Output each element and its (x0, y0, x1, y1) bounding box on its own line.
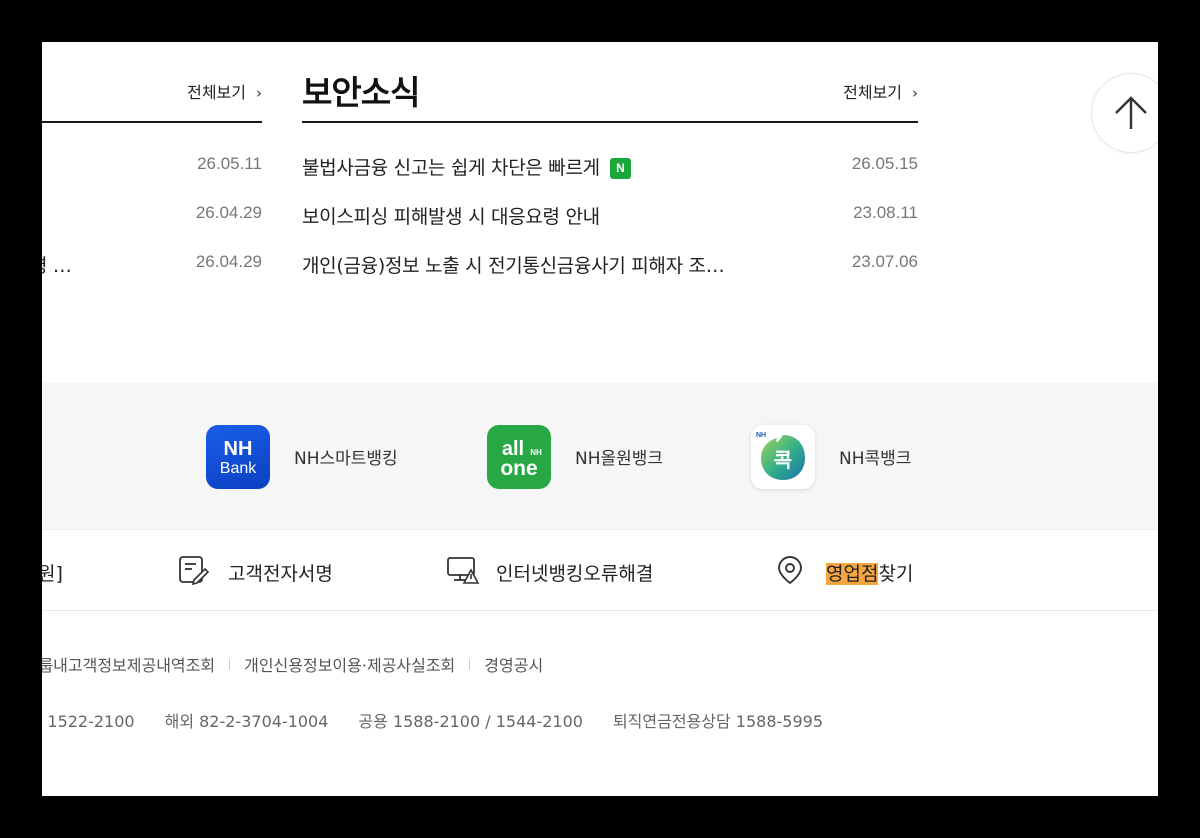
monitor-warning-icon (447, 557, 480, 584)
screen: 전체보기› 26.05.11 26.04.29 령 … 26.04.29 (0, 0, 1200, 838)
footer-link[interactable]: 그룹내고객정보제공내역조회 (42, 656, 215, 675)
svg-text:콕: 콕 (774, 448, 792, 472)
chevron-right-icon: › (912, 84, 918, 102)
news-security-header: 보안소식 전체보기 › (302, 42, 918, 123)
section-title: 보안소식 (302, 73, 420, 112)
search-highlight: 영업점 (826, 563, 879, 585)
list-item[interactable]: 불법사금융 신고는 쉽게 차단은 빠르게 N 26.05.15 (302, 144, 918, 193)
news-title[interactable]: 령 … (42, 251, 72, 278)
news-column-security: 보안소식 전체보기 › 불법사금융 신고는 쉽게 차단은 빠르게 N 26.05.1… (302, 42, 918, 291)
phone-number: 1661-2100, 1522-2100 (42, 712, 135, 731)
news-date: 26.04.29 (195, 203, 262, 222)
list-item[interactable]: 령 … 26.04.29 (42, 242, 262, 291)
svg-text:Bank: Bank (220, 460, 257, 477)
chevron-right-icon: › (256, 84, 262, 102)
news-left-list: 26.05.11 26.04.29 령 … 26.04.29 (42, 144, 262, 291)
app-label: NH올원뱅크 (575, 449, 664, 469)
footer-phones: 1661-2100, 1522-2100 해외 82-2-3704-1004 공용 … (42, 708, 853, 732)
svg-text:NH: NH (756, 432, 766, 439)
quick-links-row: 원] 고객전자서명 인터넷뱅킹오류해결 영업점찾기 (42, 530, 1158, 611)
news-left-header: 전체보기 › (42, 42, 262, 123)
arrow-up-icon (1115, 96, 1147, 129)
footer-link[interactable]: 경영공시 (484, 656, 543, 675)
news-title[interactable]: 불법사금융 신고는 쉽게 차단은 빠르게 N (302, 153, 631, 180)
list-item[interactable]: 26.04.29 (42, 193, 262, 242)
news-security-list: 불법사금융 신고는 쉽게 차단은 빠르게 N 26.05.15 보이스피싱 피해발… (302, 144, 918, 291)
news-left-more-link[interactable]: 전체보기 › (187, 79, 262, 103)
footer-link[interactable]: 개인신용정보이용·제공사실조회 (244, 656, 455, 675)
divider (229, 659, 231, 670)
svg-text:one: one (500, 457, 537, 480)
news-column-left: 전체보기› 26.05.11 26.04.29 령 … 26.04.29 (42, 42, 262, 291)
news-security-more-link[interactable]: 전체보기 › (843, 79, 918, 103)
news-date: 26.05.11 (197, 154, 262, 173)
allone-app-icon: all NH one (487, 425, 551, 489)
phone-number: 퇴직연금전용상담 1588-5995 (612, 712, 823, 731)
svg-text:NH: NH (530, 448, 542, 457)
footer-links: 제그룹내고객정보제공내역조회개인신용정보이용·제공사실조회경영공시 (42, 652, 543, 676)
phone-number: 해외 82-2-3704-1004 (164, 712, 329, 731)
app-label: NH스마트뱅킹 (294, 449, 398, 469)
app-label: NH콕뱅크 (839, 449, 912, 469)
scroll-top-button[interactable] (1091, 73, 1158, 153)
kok-bank-app-icon: NH 콕 (751, 425, 815, 489)
app-band: NH Bank NH스마트뱅킹 all NH one NH올원뱅크 NH 콕 N… (42, 383, 1158, 530)
news-title[interactable]: 보이스피싱 피해발생 시 대응요령 안내 (302, 202, 600, 229)
news-date: 23.07.06 (851, 252, 918, 271)
news-date: 23.08.11 (853, 203, 918, 222)
list-item[interactable]: 26.05.11 (42, 144, 262, 193)
list-item[interactable]: 보이스피싱 피해발생 시 대응요령 안내 23.08.11 (302, 193, 918, 242)
browser-viewport: 전체보기› 26.05.11 26.04.29 령 … 26.04.29 (42, 42, 1158, 796)
divider (469, 659, 471, 670)
nh-bank-app-icon: NH Bank (206, 425, 270, 489)
news-date: 26.04.29 (195, 252, 262, 271)
signature-document-icon (179, 556, 210, 585)
location-pin-icon (778, 556, 802, 585)
phone-number: 공용 1588-2100 / 1544-2100 (358, 712, 583, 731)
new-badge: N (609, 158, 631, 179)
list-item[interactable]: 개인(금융)정보 노출 시 전기통신금융사기 피해자 조… 23.07.06 (302, 242, 918, 291)
news-date: 26.05.15 (851, 154, 918, 173)
news-title[interactable]: 개인(금융)정보 노출 시 전기통신금융사기 피해자 조… (302, 251, 725, 278)
svg-text:NH: NH (224, 438, 253, 460)
